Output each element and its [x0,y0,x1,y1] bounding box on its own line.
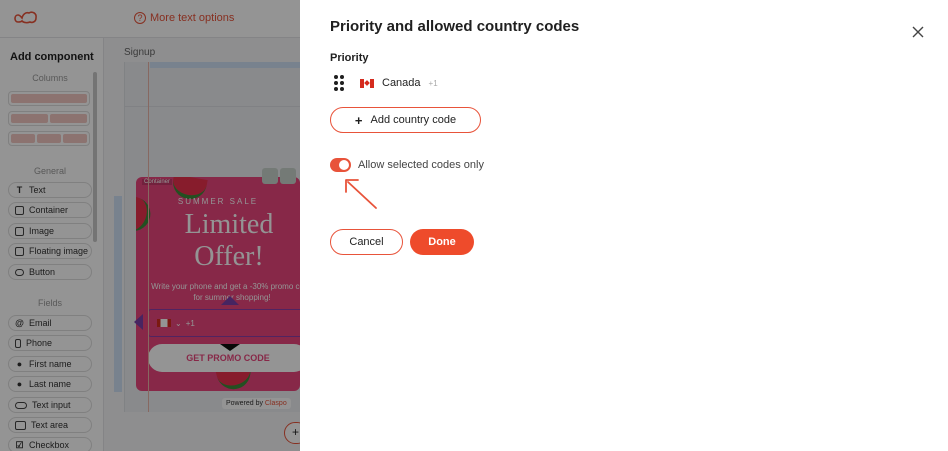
country-name: Canada [382,77,421,89]
allow-selected-codes-label: Allow selected codes only [358,159,484,171]
close-button[interactable] [910,24,926,40]
priority-label: Priority [330,52,369,64]
drag-handle-icon[interactable] [334,75,344,91]
country-dial-code: +1 [428,78,438,88]
cancel-button[interactable]: Cancel [330,229,403,255]
dialog-title: Priority and allowed country codes [330,18,580,35]
canada-flag-icon [360,78,374,88]
toggle-knob [339,160,349,170]
annotation-arrow-icon [345,179,377,209]
done-button[interactable]: Done [410,229,474,255]
allow-selected-codes-row: Allow selected codes only [330,158,484,172]
modal-overlay[interactable] [0,0,300,451]
close-icon [912,26,924,38]
plus-icon: + [354,112,363,128]
country-codes-dialog: Priority and allowed country codes Prior… [300,0,948,451]
country-priority-item[interactable]: Canada +1 [334,74,438,92]
allow-selected-codes-toggle[interactable] [330,158,351,172]
add-country-code-button[interactable]: + Add country code [330,107,481,133]
add-country-code-label: Add country code [370,114,457,126]
